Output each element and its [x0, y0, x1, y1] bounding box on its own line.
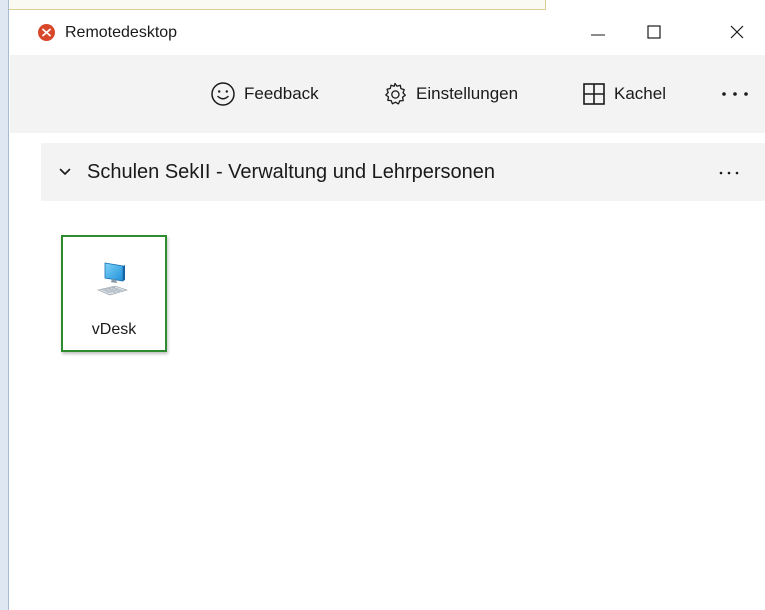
background-window-panel — [9, 0, 546, 10]
remote-desktop-window: Remotedesktop Feedback Einstellungen Kac… — [10, 10, 765, 610]
grid-icon — [583, 83, 605, 105]
workspace-group-header[interactable]: Schulen SekII - Verwaltung und Lehrperso… — [41, 143, 765, 201]
toolbar: Feedback Einstellungen Kachel — [10, 55, 765, 133]
more-icon — [719, 171, 739, 175]
settings-button[interactable]: Einstellungen — [382, 76, 518, 112]
minimize-icon — [591, 34, 605, 36]
minimize-button[interactable] — [570, 10, 626, 55]
close-button[interactable] — [709, 10, 765, 55]
feedback-button[interactable]: Feedback — [210, 76, 319, 112]
window-title: Remotedesktop — [65, 24, 178, 41]
tile-view-button[interactable]: Kachel — [582, 76, 666, 112]
settings-label: Einstellungen — [416, 84, 519, 103]
screen: Remotedesktop Feedback Einstellungen Kac… — [0, 0, 765, 610]
workspace-tile-vdesk[interactable]: vDesk — [61, 235, 167, 352]
workspace-tile-label: vDesk — [91, 321, 137, 338]
chevron-down-icon[interactable] — [58, 166, 72, 178]
smiley-icon — [211, 82, 235, 106]
background-window-edge — [0, 0, 9, 610]
desktop-pc-icon — [97, 262, 129, 296]
maximize-icon — [647, 25, 661, 39]
tile-view-label: Kachel — [614, 84, 666, 103]
close-icon — [730, 25, 744, 39]
maximize-button[interactable] — [626, 10, 682, 55]
title-bar[interactable]: Remotedesktop — [10, 10, 765, 55]
remote-desktop-icon — [38, 24, 55, 41]
feedback-label: Feedback — [244, 84, 319, 103]
background-window-strip — [9, 0, 765, 10]
gear-icon — [385, 82, 406, 105]
more-icon — [722, 92, 748, 96]
group-more-button[interactable] — [709, 161, 749, 185]
toolbar-more-button[interactable] — [710, 76, 760, 112]
workspace-group-title: Schulen SekII - Verwaltung und Lehrperso… — [87, 161, 496, 183]
